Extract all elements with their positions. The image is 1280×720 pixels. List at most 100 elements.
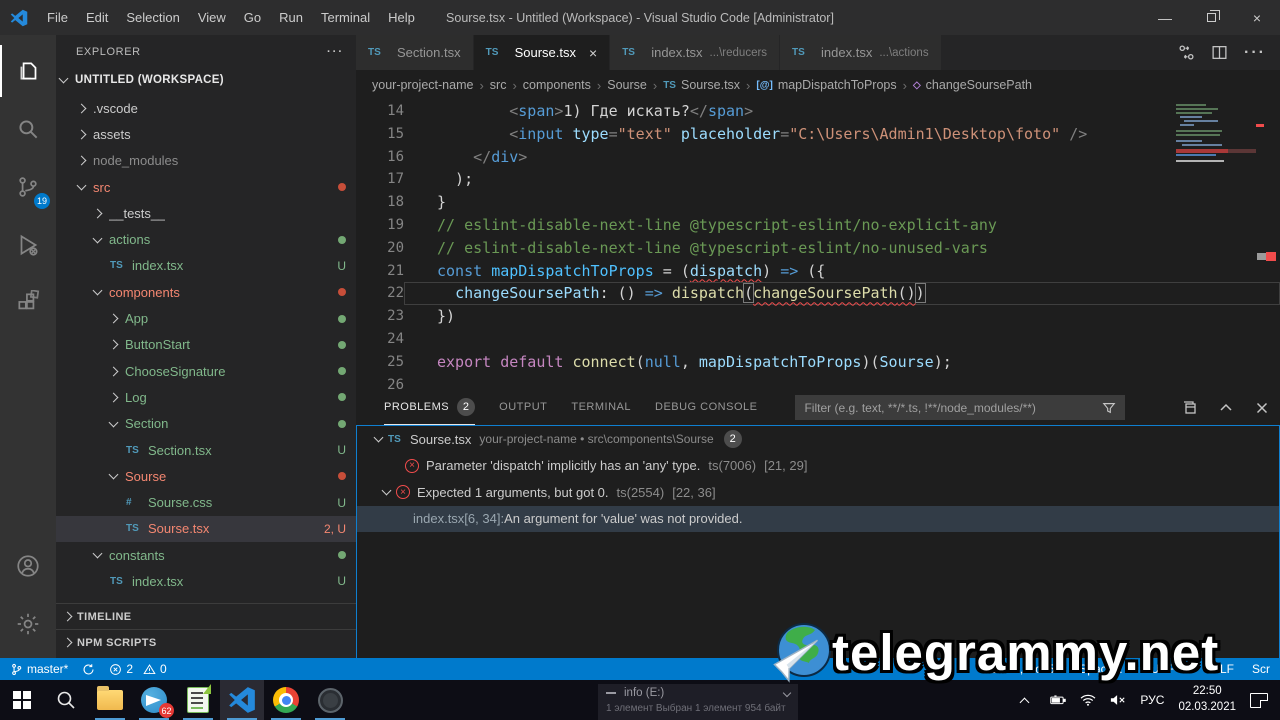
restore-button[interactable] bbox=[1188, 0, 1234, 35]
panel-tab-problems[interactable]: PROBLEMS 2 bbox=[384, 390, 476, 425]
open-in-editor-icon[interactable] bbox=[1182, 400, 1198, 416]
tree-item-__tests__[interactable]: __tests__ bbox=[56, 200, 356, 226]
tray-expand-chevron-icon[interactable] bbox=[1019, 697, 1030, 707]
workspace-root[interactable]: UNTITLED (WORKSPACE) bbox=[56, 69, 356, 91]
tree-item-sourse[interactable]: Sourse bbox=[56, 463, 356, 489]
tree-item-constants[interactable]: constants bbox=[56, 542, 356, 568]
explorer-more-actions[interactable]: ··· bbox=[327, 46, 344, 58]
tab-index.tsx[interactable]: TS index.tsx ...\reducers bbox=[610, 35, 781, 70]
tree-item-app[interactable]: App bbox=[56, 305, 356, 331]
breadcrumb-item-sourse.tsx[interactable]: TS Sourse.tsx bbox=[663, 78, 740, 92]
telegram-button[interactable]: 62 bbox=[132, 680, 176, 720]
status-item[interactable]: Spaces: 2 bbox=[1079, 662, 1132, 676]
breadcrumb-item-src[interactable]: src bbox=[490, 78, 507, 92]
tree-item-section.tsx[interactable]: TS Section.tsx U bbox=[56, 437, 356, 463]
tray-clock[interactable]: 22:50 02.03.2021 bbox=[1178, 684, 1236, 715]
problem-row[interactable]: × Parameter 'dispatch' implicitly has an… bbox=[357, 453, 1279, 480]
extensions-icon[interactable] bbox=[0, 277, 56, 329]
file-explorer-button[interactable] bbox=[88, 680, 132, 720]
minimize-button[interactable]: — bbox=[1142, 0, 1188, 35]
tree-item-choosesignature[interactable]: ChooseSignature bbox=[56, 358, 356, 384]
breadcrumb-item-changesoursepath[interactable]: ◇ changeSoursePath bbox=[913, 78, 1032, 92]
tree-item-sourse.tsx[interactable]: TS Sourse.tsx 2, U bbox=[56, 515, 356, 543]
tab-sourse.tsx[interactable]: TS Sourse.tsx × bbox=[473, 35, 611, 70]
breadcrumb-label: mapDispatchToProps bbox=[777, 78, 897, 92]
panel-tab-output[interactable]: OUTPUT bbox=[499, 390, 547, 425]
volume-muted-icon[interactable] bbox=[1110, 692, 1126, 708]
notes-app-button[interactable] bbox=[176, 680, 220, 720]
tree-item-section[interactable]: Section bbox=[56, 411, 356, 437]
status-item[interactable]: Ln 22, Col 54 bbox=[990, 662, 1061, 676]
tree-item-components[interactable]: components bbox=[56, 279, 356, 305]
tab-section.tsx[interactable]: TS Section.tsx bbox=[356, 35, 474, 70]
taskbar-search-button[interactable] bbox=[44, 680, 88, 720]
breadcrumb-item-components[interactable]: components bbox=[523, 78, 591, 92]
problem-file-name: Sourse.tsx bbox=[410, 431, 472, 447]
chevron-right-icon bbox=[92, 208, 103, 219]
breadcrumb-item-mapdispatchtoprops[interactable]: [@] mapDispatchToProps bbox=[756, 78, 896, 92]
chrome-button[interactable] bbox=[264, 680, 308, 720]
tree-item-assets[interactable]: assets bbox=[56, 121, 356, 147]
settings-gear-icon[interactable] bbox=[0, 598, 56, 650]
battery-icon[interactable] bbox=[1050, 692, 1067, 708]
tab-label: index.tsx bbox=[821, 45, 873, 60]
menu-selection[interactable]: Selection bbox=[117, 0, 188, 35]
git-status-dot bbox=[338, 393, 346, 402]
tree-item-src[interactable]: src bbox=[56, 174, 356, 200]
breadcrumb-item-sourse[interactable]: Sourse bbox=[607, 78, 647, 92]
more-actions-icon[interactable]: ··· bbox=[1244, 44, 1266, 62]
sync-item[interactable] bbox=[82, 663, 95, 676]
action-center-icon[interactable] bbox=[1250, 692, 1268, 708]
tree-item-index.tsx[interactable]: TS index.tsx U bbox=[56, 568, 356, 594]
tree-item-actions[interactable]: actions bbox=[56, 226, 356, 252]
close-icon[interactable]: × bbox=[589, 45, 597, 61]
close-button[interactable]: × bbox=[1234, 0, 1280, 35]
close-panel-icon[interactable] bbox=[1254, 400, 1270, 416]
status-item[interactable]: Scr bbox=[1252, 662, 1270, 676]
menu-go[interactable]: Go bbox=[235, 0, 270, 35]
vscode-taskbar-button[interactable] bbox=[220, 680, 264, 720]
tree-item-node_modules[interactable]: node_modules bbox=[56, 148, 356, 174]
titlebar: File Edit Selection View Go Run Terminal Help S… bbox=[0, 0, 1280, 35]
tree-item-log[interactable]: Log bbox=[56, 384, 356, 410]
typescript-file-icon: TS bbox=[126, 444, 139, 456]
status-item[interactable]: CRLF bbox=[1203, 662, 1234, 676]
problem-file-row[interactable]: TS Sourse.tsx your-project-name • src\co… bbox=[357, 426, 1279, 453]
menu-view[interactable]: View bbox=[189, 0, 235, 35]
start-button[interactable] bbox=[0, 680, 44, 720]
git-branch-item[interactable]: master* bbox=[10, 662, 68, 676]
tree-item-index.tsx[interactable]: TS index.tsx U bbox=[56, 253, 356, 279]
breadcrumb-item-your-project-name[interactable]: your-project-name bbox=[372, 78, 473, 92]
tree-item-sourse.css[interactable]: # Sourse.css U bbox=[56, 489, 356, 515]
run-debug-icon[interactable] bbox=[0, 219, 56, 271]
account-icon[interactable] bbox=[0, 540, 56, 592]
npm-scripts-section[interactable]: NPM SCRIPTS bbox=[56, 629, 356, 655]
maximize-panel-icon[interactable] bbox=[1218, 400, 1234, 416]
menu-help[interactable]: Help bbox=[379, 0, 424, 35]
open-changes-icon[interactable] bbox=[1178, 44, 1195, 61]
minimap[interactable] bbox=[1174, 102, 1262, 188]
menu-file[interactable]: File bbox=[38, 0, 77, 35]
menu-edit[interactable]: Edit bbox=[77, 0, 117, 35]
status-item[interactable]: UTF-8 bbox=[1151, 662, 1185, 676]
code-editor[interactable]: 14 <span>1) Где искать?</span> 15 <input … bbox=[356, 100, 1280, 390]
menu-run[interactable]: Run bbox=[270, 0, 312, 35]
ring-app-button[interactable] bbox=[308, 680, 352, 720]
timeline-section[interactable]: TIMELINE bbox=[56, 603, 356, 629]
problem-row[interactable]: × Expected 1 arguments, but got 0. ts(25… bbox=[357, 479, 1279, 506]
search-icon[interactable] bbox=[0, 103, 56, 155]
panel-tab-debug-console[interactable]: DEBUG CONSOLE bbox=[655, 390, 757, 425]
tree-item-.vscode[interactable]: .vscode bbox=[56, 95, 356, 121]
related-info-row[interactable]: index.tsx[6, 34]: An argument for 'value… bbox=[357, 505, 1279, 532]
wifi-icon[interactable] bbox=[1080, 692, 1096, 708]
language-indicator[interactable]: РУС bbox=[1140, 693, 1164, 707]
tree-item-buttonstart[interactable]: ButtonStart bbox=[56, 332, 356, 358]
source-control-icon[interactable]: 19 bbox=[0, 161, 56, 213]
problems-status-item[interactable]: 2 0 bbox=[109, 662, 167, 676]
menu-terminal[interactable]: Terminal bbox=[312, 0, 379, 35]
split-editor-icon[interactable] bbox=[1211, 44, 1228, 61]
tab-index.tsx[interactable]: TS index.tsx ...\actions bbox=[780, 35, 942, 70]
problems-filter-input[interactable]: Filter (e.g. text, **/*.ts, !**/node_mod… bbox=[795, 395, 1126, 420]
panel-tab-terminal[interactable]: TERMINAL bbox=[571, 390, 631, 425]
explorer-icon[interactable] bbox=[0, 45, 56, 97]
